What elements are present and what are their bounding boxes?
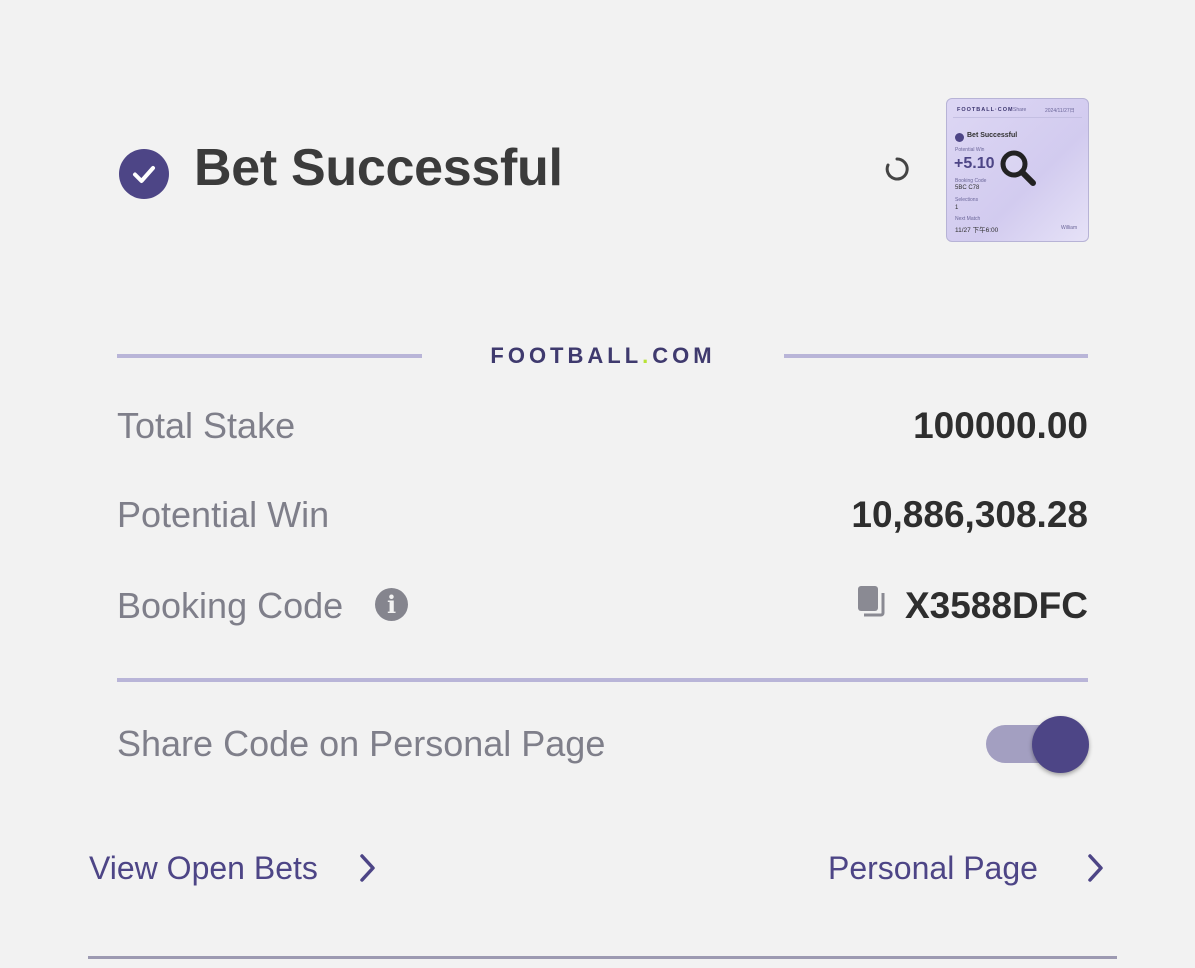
potential-win-label: Potential Win [117, 494, 330, 535]
check-circle-icon [119, 149, 169, 199]
toggle-knob[interactable] [1032, 716, 1089, 773]
thumb-divider [953, 117, 1082, 118]
thumb-brand: FOOTBALL·COM [957, 107, 1014, 113]
bottom-divider [88, 956, 1117, 959]
football-com-logo: FOOTBALL.COM [490, 343, 716, 368]
view-open-bets-link[interactable]: View Open Bets [89, 848, 318, 888]
thumb-potential-win-label: Potential Win [955, 147, 985, 153]
thumb-booking-code-value: 5BC C78 [955, 185, 980, 191]
thumb-heading: Bet Successful [967, 132, 1018, 139]
loading-spinner-icon [884, 156, 910, 182]
thumb-potential-win-value: +5.10 [954, 155, 995, 172]
chevron-right-icon[interactable] [357, 852, 379, 884]
thumb-selections-label: Selections [955, 197, 979, 203]
total-stake-value: 100000.00 [913, 405, 1088, 446]
thumb-user: William [1061, 225, 1078, 231]
page-title: Bet Successful [194, 139, 563, 197]
share-code-label: Share Code on Personal Page [117, 723, 606, 764]
thumb-selections-value: 1 [955, 205, 959, 211]
thumb-booking-code-label: Booking Code [955, 178, 987, 184]
thumb-next-match-value: 11/27 下午6:00 [955, 227, 999, 234]
thumb-check-icon [955, 133, 964, 142]
personal-page-link[interactable]: Personal Page [828, 848, 1038, 888]
divider-right [784, 354, 1088, 358]
total-stake-label: Total Stake [117, 405, 296, 446]
chevron-right-icon[interactable] [1085, 852, 1107, 884]
booking-code-value[interactable]: X3588DFC [905, 584, 1088, 628]
copy-icon[interactable] [856, 585, 886, 619]
potential-win-value: 10,886,308.28 [851, 494, 1088, 535]
bet-share-thumbnail[interactable]: FOOTBALL·COM Share 2024/11/27日 Bet Succe… [946, 98, 1089, 242]
divider [117, 678, 1088, 682]
thumb-share: Share [1013, 107, 1027, 113]
booking-code-label: Booking Code [117, 585, 344, 626]
thumb-date: 2024/11/27日 [1045, 108, 1075, 114]
info-icon[interactable]: i [375, 588, 408, 621]
thumb-next-match-label: Next Match [955, 216, 981, 222]
magnifier-icon [997, 147, 1037, 187]
divider-left [117, 354, 422, 358]
